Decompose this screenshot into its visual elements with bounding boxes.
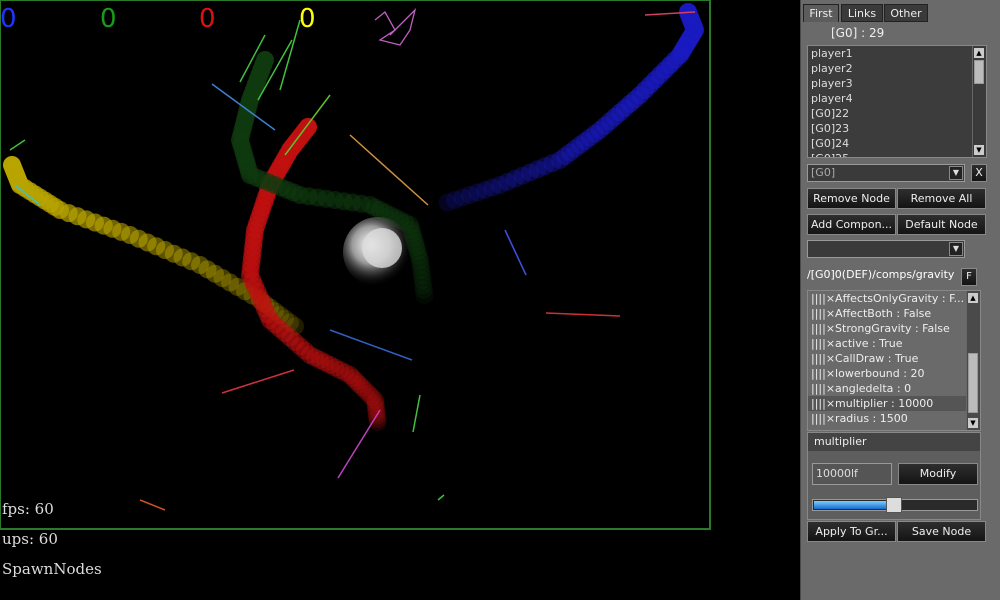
tab-first[interactable]: First bbox=[803, 4, 839, 22]
chevron-down-icon[interactable]: ▼ bbox=[949, 166, 963, 180]
blue-snake bbox=[438, 3, 704, 212]
save-node-button[interactable]: Save Node bbox=[897, 521, 986, 542]
apply-to-group-button[interactable]: Apply To Gr... bbox=[807, 521, 896, 542]
editor-panel: First Links Other [G0] : 29 player1 playe… bbox=[800, 0, 1000, 600]
path-f-button[interactable]: F bbox=[961, 268, 977, 286]
score-player1: 0 bbox=[0, 4, 17, 34]
gravity-well-core bbox=[362, 228, 402, 268]
list-item[interactable]: player4 bbox=[808, 91, 986, 106]
particle-line bbox=[337, 409, 381, 479]
slider-thumb[interactable] bbox=[886, 497, 902, 513]
particle-line bbox=[545, 312, 621, 317]
particle-line bbox=[9, 139, 26, 151]
ups-counter: ups: 60 bbox=[2, 530, 58, 548]
group-combo-value: [G0] bbox=[811, 166, 836, 179]
scroll-up-icon[interactable]: ▲ bbox=[974, 48, 984, 58]
remove-all-button[interactable]: Remove All bbox=[897, 188, 986, 209]
scroll-down-icon[interactable]: ▼ bbox=[968, 418, 978, 428]
scroll-thumb[interactable] bbox=[974, 60, 984, 84]
list-item[interactable]: [G0]22 bbox=[808, 106, 986, 121]
fps-counter: fps: 60 bbox=[2, 500, 54, 518]
property-item[interactable]: ||||×multiplier : 10000 bbox=[808, 396, 980, 411]
value-input[interactable]: 10000lf bbox=[812, 463, 892, 485]
score-player2: 0 bbox=[100, 4, 117, 34]
list-item[interactable]: player3 bbox=[808, 76, 986, 91]
score-player4: 0 bbox=[299, 4, 316, 34]
scroll-down-icon[interactable]: ▼ bbox=[974, 145, 984, 155]
component-combo[interactable]: ▼ bbox=[807, 240, 965, 258]
property-item[interactable]: ||||×CallDraw : True bbox=[808, 351, 980, 366]
tab-links[interactable]: Links bbox=[841, 4, 883, 22]
property-editor: multiplier 10000lf Modify bbox=[807, 432, 981, 520]
property-item[interactable]: ||||×radius : 1500 bbox=[808, 411, 980, 426]
chevron-down-icon[interactable]: ▼ bbox=[949, 242, 963, 256]
modify-button[interactable]: Modify bbox=[898, 463, 978, 485]
particle-line bbox=[221, 369, 295, 394]
list-item[interactable]: [G0]23 bbox=[808, 121, 986, 136]
scroll-up-icon[interactable]: ▲ bbox=[968, 293, 978, 303]
particle-line bbox=[284, 94, 331, 156]
node-list-scrollbar[interactable]: ▲ ▼ bbox=[972, 46, 986, 157]
add-component-button[interactable]: Add Compon... bbox=[807, 214, 896, 235]
slider-fill bbox=[814, 501, 895, 509]
snake-trails bbox=[3, 3, 704, 431]
selected-node-label: [G0] : 29 bbox=[831, 26, 885, 40]
remove-node-button[interactable]: Remove Node bbox=[807, 188, 896, 209]
list-item[interactable]: player1 bbox=[808, 46, 986, 61]
property-item[interactable]: ||||×StrongGravity : False bbox=[808, 321, 980, 336]
particle-line bbox=[504, 229, 527, 276]
particle-line bbox=[139, 499, 166, 511]
particle-line bbox=[412, 394, 421, 433]
value-slider[interactable] bbox=[812, 497, 978, 513]
property-item[interactable]: ||||×AffectBoth : False bbox=[808, 306, 980, 321]
game-viewport[interactable]: 0 0 0 0 fps: 60 ups: 60 SpawnNodes bbox=[0, 0, 800, 600]
property-item[interactable]: ||||×AffectsOnlyGravity : F... bbox=[808, 291, 980, 306]
particle-line bbox=[349, 134, 429, 206]
property-item[interactable]: ||||×angledelta : 0 bbox=[808, 381, 980, 396]
list-item[interactable]: player2 bbox=[808, 61, 986, 76]
component-path: /[G0]0(DEF)/comps/gravity bbox=[807, 268, 955, 281]
group-combo[interactable]: [G0] ▼ bbox=[807, 164, 965, 182]
game-canvas[interactable] bbox=[0, 0, 800, 600]
scroll-thumb[interactable] bbox=[968, 353, 978, 413]
default-node-button[interactable]: Default Node bbox=[897, 214, 986, 235]
mode-label: SpawnNodes bbox=[2, 560, 102, 578]
score-player3: 0 bbox=[199, 4, 216, 34]
list-item[interactable]: [G0]25 bbox=[808, 151, 986, 157]
property-list-scrollbar[interactable]: ▲ ▼ bbox=[966, 291, 980, 430]
property-item[interactable]: ||||×lowerbound : 20 bbox=[808, 366, 980, 381]
property-item[interactable]: ||||×active : True bbox=[808, 336, 980, 351]
list-item[interactable]: [G0]24 bbox=[808, 136, 986, 151]
particle-scribble bbox=[374, 7, 417, 46]
editor-title: multiplier bbox=[808, 433, 980, 451]
particle-line bbox=[329, 329, 413, 361]
node-list[interactable]: player1 player2 player3 player4 [G0]22 [G0]23… bbox=[807, 45, 987, 158]
particle-line bbox=[437, 494, 445, 501]
property-list[interactable]: ||||×AffectsOnlyGravity : F... ||||×Affec… bbox=[807, 290, 981, 431]
close-button[interactable]: X bbox=[971, 164, 987, 182]
tab-other[interactable]: Other bbox=[884, 4, 928, 22]
